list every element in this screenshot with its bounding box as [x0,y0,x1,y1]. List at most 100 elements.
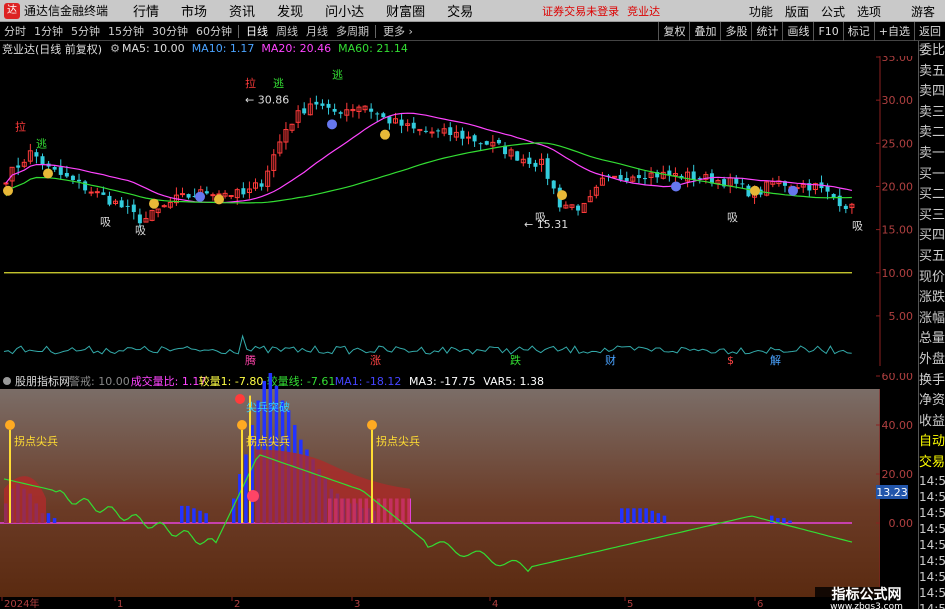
indicator-value-4: MA1: -18.12 [335,375,402,388]
date-label: 2 [234,599,240,609]
menu-formula[interactable]: 公式 [821,3,845,20]
face-marker-icon [195,191,205,202]
candle-body [740,183,745,185]
panel-item-8[interactable]: 买三 [919,206,945,227]
money-bag-icon [3,185,13,196]
toolbar-button-3[interactable]: 统计 [751,22,782,41]
period-tab-3[interactable]: 15分钟 [108,23,144,39]
panel-item-12[interactable]: 涨跌 [919,288,945,309]
title-bar: 达 通达信金融终端 行情 市场 资讯 发现 问小达 财富圈 交易 证券交易未登录… [0,0,945,22]
period-tab-9[interactable]: 多周期 [336,23,369,39]
price-axis-label: 30.00 [882,94,914,107]
period-tab-4[interactable]: 30分钟 [152,23,188,39]
panel-item-4[interactable]: 卖二 [919,123,945,144]
menu-news[interactable]: 资讯 [229,1,255,20]
toolbar-button-6[interactable]: 标记 [842,22,874,41]
indicator-bar [186,505,190,523]
candle-body [369,108,374,112]
period-tab-8[interactable]: 月线 [306,23,328,39]
panel-item-13[interactable]: 涨幅 [919,309,945,330]
price-axis-label: 20.00 [882,180,914,193]
candle-body [612,175,618,178]
candle-body [472,135,477,142]
ma-legend-item-1: MA10: 1.17 [191,42,255,55]
indicator-chart[interactable]: 股朋指标网 警戒: 10.00 成交量比: 1.17较量1: -7.80 较量线: -… [0,373,918,597]
period-tab-5[interactable]: 60分钟 [196,23,232,39]
absorb-signal-label: 吸 [135,224,146,237]
menu-trade[interactable]: 交易 [447,1,473,20]
candle-body [746,185,751,197]
panel-item-11[interactable]: 现价 [919,268,945,289]
panel-item-18[interactable]: 收益 [919,412,945,433]
breakout-label: 尖兵突破 [246,400,290,414]
period-tab-1[interactable]: 1分钟 [34,23,63,39]
menu-layout[interactable]: 版面 [785,3,809,20]
menu-quotes[interactable]: 行情 [133,1,159,20]
tick-time-8: 14:56 [919,601,945,609]
panel-item-7[interactable]: 买二 [919,185,945,206]
main-chart-header: 竞业达(日线 前复权) ⚙ MA5: 10.00 MA10: 1.17 MA20: … [0,41,415,56]
period-tab-10[interactable]: 更多 › [383,23,413,39]
panel-item-19[interactable]: 自动 [919,432,945,453]
indicator-bar [782,518,786,523]
period-separator [238,24,239,38]
guest-label[interactable]: 游客 [911,3,935,20]
menu-function[interactable]: 功能 [749,3,773,20]
price-axis-label: 35.00 [882,56,914,64]
panel-item-1[interactable]: 卖五 [919,62,945,83]
panel-item-10[interactable]: 买五 [919,247,945,268]
indicator-value-6: VAR5: 1.38 [483,375,544,388]
login-link[interactable]: 竞业达 [627,3,660,19]
menu-discover[interactable]: 发现 [277,1,303,20]
menu-ask[interactable]: 问小达 [325,1,364,20]
panel-item-6[interactable]: 买一 [919,165,945,186]
event-marker: 财 [605,353,616,366]
tick-time-4: 14:56 [919,538,945,553]
toolbar-button-5[interactable]: F10 [813,22,842,41]
price-chart[interactable]: 35.00 30.00 25.00 20.00 15.00 10.00 5.00 ← 30.8… [0,56,918,366]
toolbar-button-0[interactable]: 复权 [658,22,689,41]
pull-up-signal-label: 拉 [245,76,256,90]
menu-options[interactable]: 选项 [857,3,881,20]
candle-body [636,175,641,179]
candle-body [107,195,112,205]
candle-body [496,139,501,144]
indicator-bg [0,373,880,597]
toolbar-button-2[interactable]: 多股 [720,22,751,41]
tick-time-5: 14:56 [919,554,945,569]
panel-item-20[interactable]: 交易 [919,453,945,474]
tick-time-3: 14:56 [919,522,945,537]
toolbar-button-7[interactable]: +自选 [873,22,914,41]
panel-item-15[interactable]: 外盘 [919,350,945,371]
menu-wealth[interactable]: 财富圈 [386,1,425,20]
tick-time-7: 14:56 [919,586,945,601]
indicator-bar [788,520,792,523]
settings-gear-icon[interactable]: ⚙ [110,42,120,55]
panel-item-16[interactable]: 换手 [919,371,945,392]
period-tab-2[interactable]: 5分钟 [71,23,100,39]
period-tab-0[interactable]: 分时 [4,23,26,39]
pull-up-signal-label: 拉 [15,119,26,133]
panel-item-5[interactable]: 卖一 [919,144,945,165]
candle-body [448,127,453,135]
toolbar-button-1[interactable]: 叠加 [689,22,720,41]
toolbar-button-4[interactable]: 画线 [782,22,813,41]
panel-item-3[interactable]: 卖三 [919,103,945,124]
absorb-signal-label: 吸 [852,220,863,233]
signal-marker-icon [5,420,15,430]
indicator-axis-label: 40.00 [882,419,914,432]
panel-item-0[interactable]: 委比 [919,41,945,62]
app-logo-icon: 达 [4,2,20,19]
toolbar-button-8[interactable]: 返回 [914,22,945,41]
panel-item-9[interactable]: 买四 [919,226,945,247]
menu-market[interactable]: 市场 [181,1,207,20]
stock-name: 竞业达(日线 前复权) [2,42,103,56]
period-tab-7[interactable]: 周线 [276,23,298,39]
panel-item-14[interactable]: 总量 [919,329,945,350]
period-tab-6[interactable]: 日线 [246,23,268,39]
panel-item-2[interactable]: 卖四 [919,82,945,103]
candle-body [320,103,325,106]
panel-item-17[interactable]: 净资 [919,391,945,412]
indicator-bar [656,513,661,523]
candle-body [119,200,124,208]
